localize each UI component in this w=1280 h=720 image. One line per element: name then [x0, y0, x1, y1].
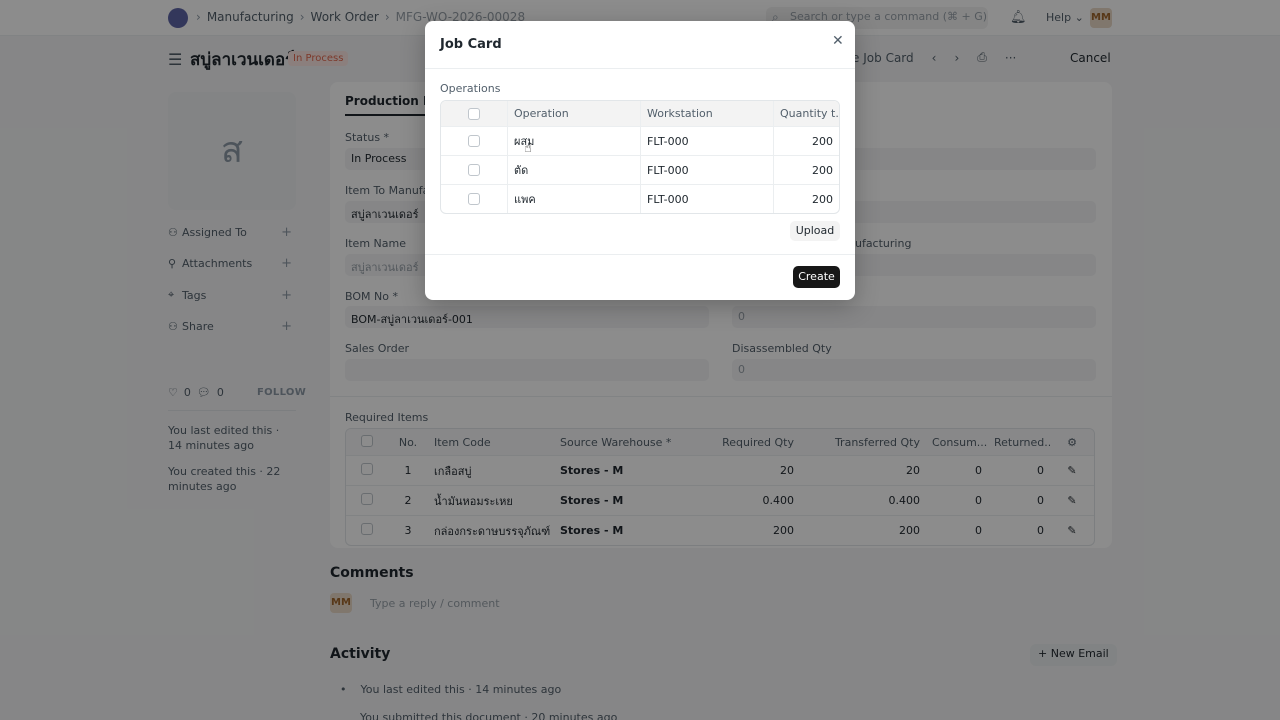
table-row[interactable]: ตัด FLT-000 200	[441, 155, 839, 184]
upload-button[interactable]: Upload	[790, 221, 840, 241]
row-select-cell	[441, 185, 507, 213]
row-checkbox[interactable]	[468, 164, 480, 176]
select-all-cell	[441, 101, 507, 126]
table-row[interactable]: แพค FLT-000 200	[441, 184, 839, 213]
create-button[interactable]: Create	[793, 266, 840, 288]
cell-quantity[interactable]: 200	[773, 185, 839, 213]
cell-operation[interactable]: แพค	[507, 185, 640, 213]
col-quantity: Quantity t...	[773, 101, 839, 126]
cell-workstation[interactable]: FLT-000	[640, 127, 773, 155]
divider	[425, 254, 855, 255]
col-workstation: Workstation	[640, 101, 773, 126]
cell-workstation[interactable]: FLT-000	[640, 185, 773, 213]
table-row[interactable]: ผสม FLT-000 200	[441, 126, 839, 155]
job-card-dialog: Job Card ✕ Operations Operation Workstat…	[425, 21, 855, 300]
table-header: Operation Workstation Quantity t...	[441, 101, 839, 126]
divider	[425, 68, 855, 69]
operations-label: Operations	[440, 82, 501, 95]
hand-pointer-icon: ☝	[524, 141, 532, 156]
cell-quantity[interactable]: 200	[773, 156, 839, 184]
close-icon[interactable]: ✕	[832, 33, 844, 49]
select-all-checkbox[interactable]	[468, 107, 480, 120]
col-operation: Operation	[507, 101, 640, 126]
cell-quantity[interactable]: 200	[773, 127, 839, 155]
row-select-cell	[441, 127, 507, 155]
dialog-title: Job Card	[440, 37, 502, 52]
operations-table: Operation Workstation Quantity t... ผสม …	[440, 100, 840, 214]
row-checkbox[interactable]	[468, 135, 480, 147]
row-checkbox[interactable]	[468, 193, 480, 205]
row-select-cell	[441, 156, 507, 184]
cell-workstation[interactable]: FLT-000	[640, 156, 773, 184]
cell-operation[interactable]: ตัด	[507, 156, 640, 184]
